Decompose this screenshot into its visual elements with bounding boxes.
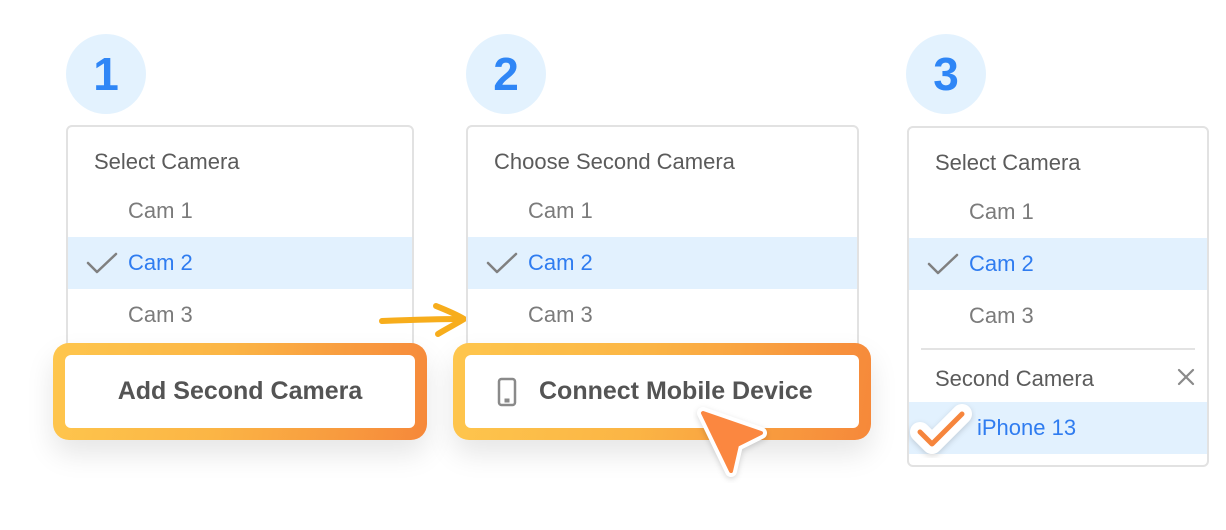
option-label: Cam 2: [128, 250, 193, 275]
pointer-cursor-icon: [697, 407, 767, 477]
close-icon[interactable]: [1177, 368, 1195, 386]
add-second-camera-button[interactable]: Add Second Camera: [53, 343, 427, 440]
choose-second-camera-card: Choose Second Camera Cam 1 Cam 2 Cam 3: [466, 125, 859, 365]
checkmark-icon: [910, 404, 972, 454]
second-camera-title: Second Camera: [935, 366, 1094, 391]
step-2-badge: 2: [466, 34, 546, 114]
button-label: Add Second Camera: [117, 377, 363, 405]
mobile-phone-icon: [497, 377, 517, 406]
option-cam-2[interactable]: Cam 2: [909, 238, 1207, 290]
option-label: Cam 2: [969, 251, 1034, 276]
option-label: Cam 1: [969, 199, 1034, 224]
section-divider: [921, 348, 1195, 350]
option-cam-1[interactable]: Cam 1: [909, 186, 1207, 238]
card-title: Select Camera: [94, 149, 240, 174]
option-cam-1[interactable]: Cam 1: [68, 185, 412, 237]
card-title: Choose Second Camera: [494, 149, 735, 174]
connect-mobile-device-button[interactable]: Connect Mobile Device: [453, 343, 871, 440]
option-cam-3[interactable]: Cam 3: [909, 290, 1207, 342]
option-label: Cam 3: [969, 303, 1034, 328]
checkmark-icon: [486, 252, 518, 274]
card-title: Select Camera: [935, 150, 1081, 175]
step-1-badge: 1: [66, 34, 146, 114]
option-cam-2[interactable]: Cam 2: [68, 237, 412, 289]
option-label: Cam 3: [128, 302, 193, 327]
select-camera-card: Select Camera Cam 1 Cam 2 Cam 3: [66, 125, 414, 365]
option-cam-2[interactable]: Cam 2: [468, 237, 857, 289]
option-label: Cam 3: [528, 302, 593, 327]
option-label: Cam 2: [528, 250, 593, 275]
checkmark-icon: [86, 252, 118, 274]
option-cam-3[interactable]: Cam 3: [468, 289, 857, 341]
checkmark-icon: [927, 253, 959, 275]
option-label: iPhone 13: [977, 415, 1077, 440]
button-label: Connect Mobile Device: [539, 377, 813, 405]
option-cam-1[interactable]: Cam 1: [468, 185, 857, 237]
option-label: Cam 1: [528, 198, 593, 223]
option-label: Cam 1: [128, 198, 193, 223]
option-cam-3[interactable]: Cam 3: [68, 289, 412, 341]
step-3-badge: 3: [906, 34, 986, 114]
arrow-right-icon: [379, 303, 467, 337]
